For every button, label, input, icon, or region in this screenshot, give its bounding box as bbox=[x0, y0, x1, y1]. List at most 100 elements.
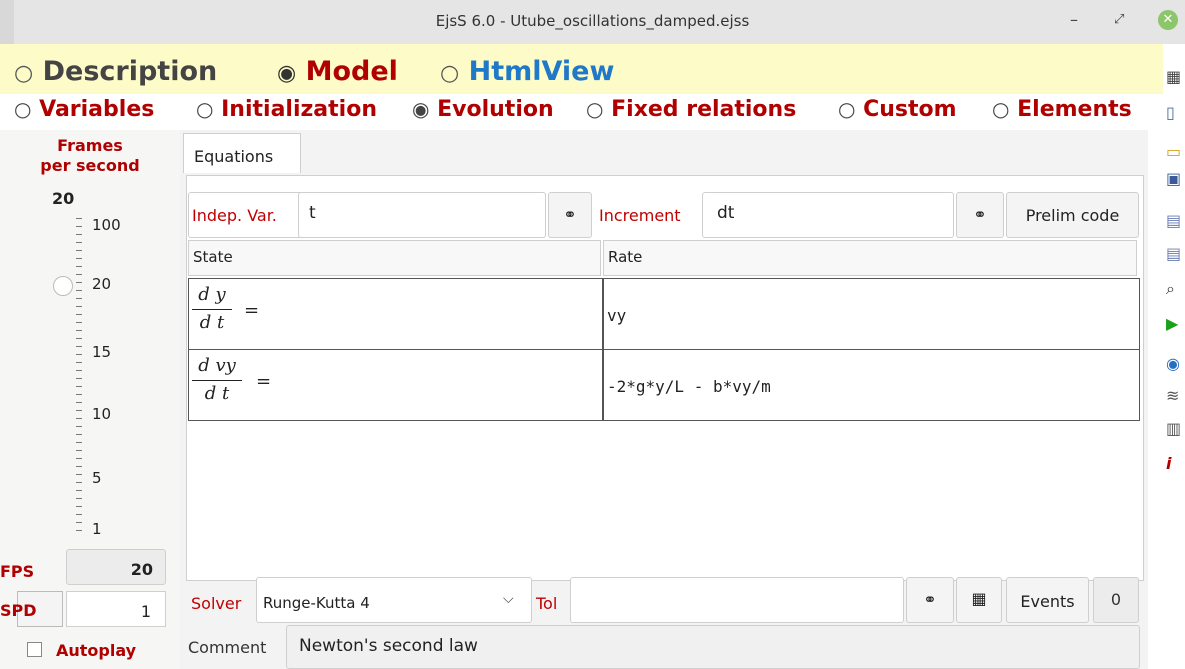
increment-input[interactable]: dt bbox=[702, 192, 954, 238]
subtab-evolution-label: Evolution bbox=[437, 97, 554, 122]
window-title: EjsS 6.0 - Utube_oscillations_damped.ejs… bbox=[435, 12, 750, 30]
table-button[interactable]: ▦ bbox=[956, 577, 1002, 623]
tab-description[interactable]: ○ Description bbox=[14, 56, 217, 87]
slider-tick bbox=[76, 410, 82, 411]
restore-button[interactable]: ⤢ bbox=[1114, 12, 1124, 27]
slider-tick bbox=[76, 346, 82, 347]
table-icon[interactable]: ▦ bbox=[1166, 68, 1181, 86]
slider-tick bbox=[76, 338, 82, 339]
tab-equations[interactable]: Equations bbox=[183, 133, 301, 173]
table-icon: ▦ bbox=[971, 589, 987, 608]
chevron-down-icon: ⌵ bbox=[503, 591, 514, 607]
slider-tick bbox=[76, 402, 82, 403]
slider-tick bbox=[76, 450, 82, 451]
slider-tick bbox=[76, 242, 82, 243]
slider-tick bbox=[76, 490, 82, 491]
new-file-icon[interactable]: ▯ bbox=[1166, 104, 1175, 122]
tick-label: 5 bbox=[92, 469, 102, 487]
prelim-code-button[interactable]: Prelim code bbox=[1006, 192, 1139, 238]
playback-panel bbox=[0, 130, 180, 669]
comment-input[interactable]: Newton's second law bbox=[286, 625, 1140, 669]
events-button[interactable]: Events bbox=[1006, 577, 1089, 623]
subtab-variables-label: Variables bbox=[39, 97, 155, 122]
rate-expression: -2*g*y/L - b*vy/m bbox=[607, 377, 771, 396]
tick-label: 15 bbox=[92, 343, 112, 361]
spd-field[interactable]: 1 bbox=[66, 591, 166, 627]
tab-model[interactable]: ◉ Model bbox=[277, 56, 398, 87]
open-folder-icon[interactable]: ▭ bbox=[1166, 143, 1181, 161]
slider-tick bbox=[76, 386, 82, 387]
slider-tick bbox=[76, 234, 82, 235]
slider-tick bbox=[76, 258, 82, 259]
slider-tick bbox=[76, 370, 82, 371]
subtab-custom[interactable]: ○ Custom bbox=[838, 97, 957, 122]
slider-tick bbox=[76, 466, 82, 467]
events-count: 0 bbox=[1093, 577, 1139, 623]
slider-tick bbox=[76, 354, 82, 355]
link-button[interactable]: ⚭ bbox=[906, 577, 954, 623]
slider-tick bbox=[76, 282, 82, 283]
radio-icon: ○ bbox=[586, 97, 604, 121]
state-cell[interactable] bbox=[188, 349, 603, 421]
stack-icon[interactable]: ≋ bbox=[1166, 387, 1179, 405]
run-icon[interactable]: ▶ bbox=[1166, 315, 1178, 333]
subtab-custom-label: Custom bbox=[863, 97, 957, 122]
search-icon[interactable]: ⌕ bbox=[1166, 280, 1175, 298]
equals-sign: = bbox=[256, 371, 272, 392]
slider-handle[interactable] bbox=[53, 276, 73, 296]
tab-model-label: Model bbox=[305, 56, 398, 87]
solver-value: Runge-Kutta 4 bbox=[263, 594, 370, 612]
radio-icon: ○ bbox=[196, 97, 214, 121]
minimize-button[interactable]: – bbox=[1070, 10, 1078, 29]
subtab-initialization[interactable]: ○ Initialization bbox=[196, 97, 377, 122]
autoplay-label: Autoplay bbox=[56, 641, 137, 660]
slider-tick bbox=[76, 506, 82, 507]
slider-tick bbox=[76, 458, 82, 459]
subtab-evolution[interactable]: ◉ Evolution bbox=[412, 97, 554, 122]
radio-selected-icon: ◉ bbox=[412, 97, 430, 121]
slider-tick bbox=[76, 482, 82, 483]
slider-tick bbox=[76, 378, 82, 379]
slider-tick bbox=[76, 298, 82, 299]
derivative-denominator: d t bbox=[204, 383, 230, 404]
autoplay-checkbox[interactable] bbox=[27, 642, 42, 657]
link-button[interactable]: ⚭ bbox=[548, 192, 592, 238]
radio-icon: ○ bbox=[14, 97, 32, 121]
slider-tick bbox=[76, 226, 82, 227]
slider-tick bbox=[76, 322, 82, 323]
subtab-elements[interactable]: ○ Elements bbox=[992, 97, 1132, 122]
fraction-bar bbox=[192, 380, 242, 381]
fraction-bar bbox=[192, 309, 232, 310]
tol-input[interactable] bbox=[570, 577, 904, 623]
slider-tick bbox=[76, 442, 82, 443]
link-button[interactable]: ⚭ bbox=[956, 192, 1004, 238]
tab-description-label: Description bbox=[42, 56, 218, 87]
info-icon[interactable]: i bbox=[1166, 455, 1171, 473]
tab-htmlview[interactable]: ○ HtmlView bbox=[440, 56, 614, 87]
slider-tick bbox=[76, 418, 82, 419]
indep-var-input[interactable]: t bbox=[298, 192, 546, 238]
save-icon[interactable]: ▤ bbox=[1166, 212, 1181, 230]
comment-label: Comment bbox=[188, 638, 267, 657]
computer-icon[interactable]: ▣ bbox=[1166, 170, 1181, 188]
link-icon: ⚭ bbox=[563, 205, 577, 224]
subtab-fixed-relations[interactable]: ○ Fixed relations bbox=[586, 97, 796, 122]
slider-tick bbox=[76, 514, 82, 515]
web-icon[interactable]: ◉ bbox=[1166, 355, 1180, 373]
slider-tick bbox=[76, 362, 82, 363]
save-as-icon[interactable]: ▤ bbox=[1166, 245, 1181, 263]
tick-label: 20 bbox=[92, 275, 112, 293]
subtab-variables[interactable]: ○ Variables bbox=[14, 97, 154, 122]
fps-field[interactable]: 20 bbox=[66, 549, 166, 585]
indep-var-label: Indep. Var. bbox=[192, 206, 277, 225]
clipboard-icon[interactable]: ▥ bbox=[1166, 420, 1181, 438]
radio-icon: ○ bbox=[440, 61, 460, 86]
derivative-numerator: d y bbox=[198, 284, 226, 305]
subtab-elements-label: Elements bbox=[1017, 97, 1132, 122]
radio-icon: ○ bbox=[14, 61, 34, 86]
slider-tick bbox=[76, 314, 82, 315]
close-button[interactable]: ✕ bbox=[1158, 10, 1178, 30]
tick-label: 10 bbox=[92, 405, 112, 423]
equals-sign: = bbox=[244, 300, 260, 321]
rate-cell[interactable] bbox=[603, 278, 1140, 350]
